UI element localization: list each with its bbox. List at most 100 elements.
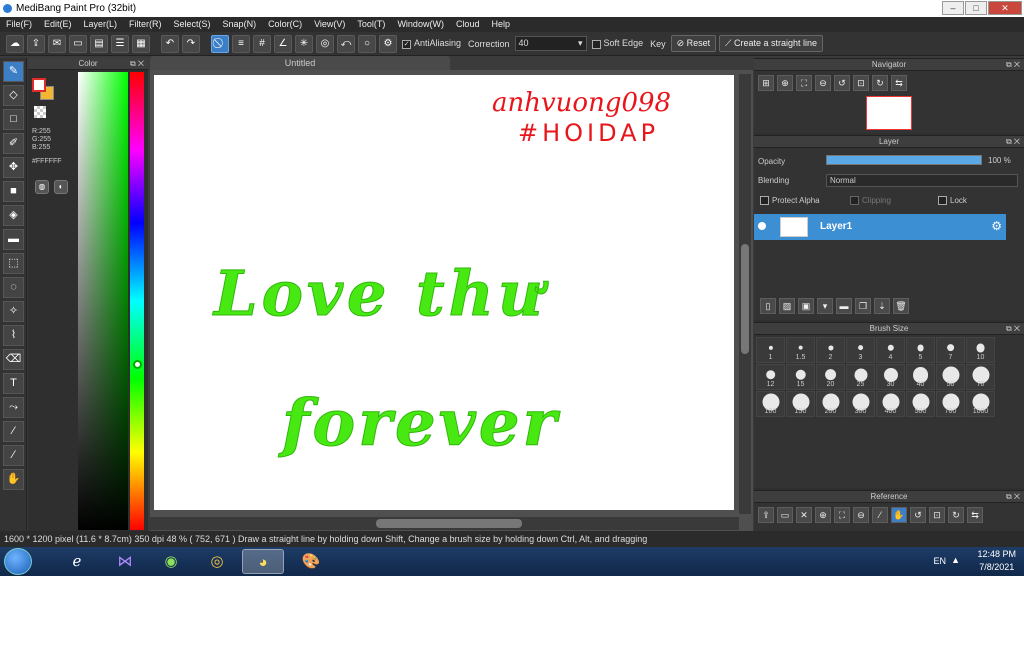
snap-curve-icon[interactable]: ⤺ — [337, 34, 355, 53]
select-eraser-tool-icon[interactable]: ⌫ — [3, 349, 24, 370]
text-tool-icon[interactable]: T — [3, 373, 24, 394]
protect-alpha-checkbox[interactable] — [760, 196, 769, 206]
brush-size-cell[interactable]: 700 — [936, 391, 965, 417]
color-palette-icon[interactable]: ◐ — [54, 180, 68, 194]
brush-size-cell[interactable]: 2 — [816, 337, 845, 363]
maximize-button[interactable]: □ — [965, 1, 987, 15]
chat-icon[interactable]: ✉ — [48, 34, 66, 53]
ref-flip-icon[interactable]: ⇆ — [967, 507, 983, 523]
color-wheel-icon[interactable]: ◍ — [35, 180, 49, 194]
upload-icon[interactable]: ⇪ — [758, 507, 774, 523]
brush-size-cell[interactable]: 1 — [756, 337, 785, 363]
ref-zoom-out-icon[interactable]: ⊖ — [853, 507, 869, 523]
lock-checkbox[interactable] — [938, 196, 947, 206]
snap-off-icon[interactable]: ⃠ — [211, 34, 229, 53]
brush-size-cell[interactable]: 300 — [846, 391, 875, 417]
menu-file[interactable]: File(F) — [6, 17, 32, 32]
menu-select[interactable]: Select(S) — [174, 17, 211, 32]
ref-reset-icon[interactable]: ⊡ — [929, 507, 945, 523]
folder-icon[interactable]: ▬ — [836, 298, 852, 314]
brush-size-cell[interactable]: 500 — [906, 391, 935, 417]
navigator-thumbnail[interactable] — [866, 96, 912, 130]
tray-arrow-icon[interactable]: ▲ — [951, 555, 960, 565]
undo-icon[interactable]: ↶ — [161, 34, 179, 53]
horizontal-scroll-thumb[interactable] — [376, 519, 522, 528]
new-8bit-layer-icon[interactable]: ▣ — [798, 298, 814, 314]
snap-ellipse-icon[interactable]: ○ — [358, 34, 376, 53]
panel-close-icon[interactable]: ⧉ ✕ — [1006, 59, 1020, 71]
brush-size-cell[interactable]: 70 — [966, 364, 995, 390]
straight-line-button[interactable]: ⟋ Create a straight line — [719, 35, 824, 52]
snap-vanish-icon[interactable]: ∠ — [274, 34, 292, 53]
rotate-left-icon[interactable]: ↺ — [834, 75, 850, 91]
vertical-scroll-thumb[interactable] — [741, 244, 749, 354]
rotate-right-icon[interactable]: ↻ — [872, 75, 888, 91]
new-layer-icon[interactable]: ▯ — [760, 298, 776, 314]
zoom-in-icon[interactable]: ⊕ — [777, 75, 793, 91]
brush-size-cell[interactable]: 30 — [876, 364, 905, 390]
open-folder-icon[interactable]: ▭ — [777, 507, 793, 523]
magic-wand-tool-icon[interactable]: ✧ — [3, 301, 24, 322]
ref-rotate-left-icon[interactable]: ↺ — [910, 507, 926, 523]
fill-rect-tool-icon[interactable]: ■ — [3, 181, 24, 202]
page-list-icon[interactable]: ☰ — [111, 34, 129, 53]
divide-tool-icon[interactable]: ⤳ — [3, 397, 24, 418]
dot-tool-icon[interactable]: □ — [3, 109, 24, 130]
hue-handle[interactable] — [133, 360, 142, 369]
internet-explorer-icon[interactable]: ℯ — [56, 549, 98, 574]
ref-hand-icon[interactable]: ✋ — [891, 507, 907, 523]
saturation-value-picker[interactable] — [78, 72, 128, 530]
fit-window-icon[interactable]: ⛶ — [796, 75, 812, 91]
pen-tool-icon[interactable]: ✐ — [3, 133, 24, 154]
ref-eyedropper-icon[interactable]: ⁄ — [872, 507, 888, 523]
snap-cross-icon[interactable]: # — [253, 34, 271, 53]
clock[interactable]: 12:48 PM 7/8/2021 — [977, 549, 1016, 572]
brush-size-cell[interactable]: 25 — [846, 364, 875, 390]
brush-size-cell[interactable]: 20 — [816, 364, 845, 390]
visibility-eye-icon[interactable] — [758, 222, 766, 230]
menu-snap[interactable]: Snap(N) — [223, 17, 257, 32]
panel-close-icon[interactable]: ⧉ ✕ — [130, 58, 144, 70]
brush-size-cell[interactable]: 150 — [786, 391, 815, 417]
ref-rotate-right-icon[interactable]: ↻ — [948, 507, 964, 523]
document-tab[interactable]: Untitled — [150, 56, 450, 70]
eraser-tool-icon[interactable]: ◇ — [3, 85, 24, 106]
language-indicator[interactable]: EN — [933, 556, 946, 566]
ref-zoom-in-icon[interactable]: ⊕ — [815, 507, 831, 523]
redo-icon[interactable]: ↷ — [182, 34, 200, 53]
select-rect-tool-icon[interactable]: ⬚ — [3, 253, 24, 274]
share-icon[interactable]: ⇪ — [27, 34, 45, 53]
cloud-icon[interactable]: ☁ — [6, 34, 24, 53]
brush-size-cell[interactable]: 4 — [876, 337, 905, 363]
correction-select[interactable]: 40 — [514, 36, 587, 51]
panel-close-icon[interactable]: ⧉ ✕ — [1006, 491, 1020, 503]
zoom-out-icon[interactable]: ⊖ — [815, 75, 831, 91]
menu-window[interactable]: Window(W) — [397, 17, 444, 32]
blending-select[interactable]: Normal — [826, 174, 1018, 187]
flip-icon[interactable]: ⇆ — [891, 75, 907, 91]
brush-size-cell[interactable]: 7 — [936, 337, 965, 363]
snap-radial-icon[interactable]: ✳ — [295, 34, 313, 53]
reset-rotation-icon[interactable]: ⊡ — [853, 75, 869, 91]
clipping-checkbox[interactable] — [850, 196, 859, 206]
menu-view[interactable]: View(V) — [314, 17, 345, 32]
layer-settings-gear-icon[interactable]: ⚙ — [991, 219, 1002, 233]
move-tool-icon[interactable]: ✥ — [3, 157, 24, 178]
visual-studio-icon[interactable]: ⋈ — [104, 549, 146, 574]
brush-size-cell[interactable]: 40 — [906, 364, 935, 390]
gradient-tool-icon[interactable]: ▬ — [3, 229, 24, 250]
grid-icon[interactable]: ▦ — [132, 34, 150, 53]
coccoc-browser-icon[interactable]: ◉ — [150, 549, 192, 574]
brush-tool-icon[interactable]: ✎ — [3, 61, 24, 82]
close-reference-icon[interactable]: ✕ — [796, 507, 812, 523]
hand-tool-icon[interactable]: ✋ — [3, 469, 24, 490]
start-button[interactable] — [4, 548, 32, 575]
snap-parallel-icon[interactable]: ≡ — [232, 34, 250, 53]
antialias-checkbox[interactable]: ✓ — [402, 39, 411, 49]
lasso-tool-icon[interactable]: ◌ — [3, 277, 24, 298]
page-icon[interactable]: ▤ — [90, 34, 108, 53]
brush-size-cell[interactable]: 10 — [966, 337, 995, 363]
brush-size-cell[interactable]: 5 — [906, 337, 935, 363]
brush-size-cell[interactable]: 12 — [756, 364, 785, 390]
select-pen-tool-icon[interactable]: ⌇ — [3, 325, 24, 346]
